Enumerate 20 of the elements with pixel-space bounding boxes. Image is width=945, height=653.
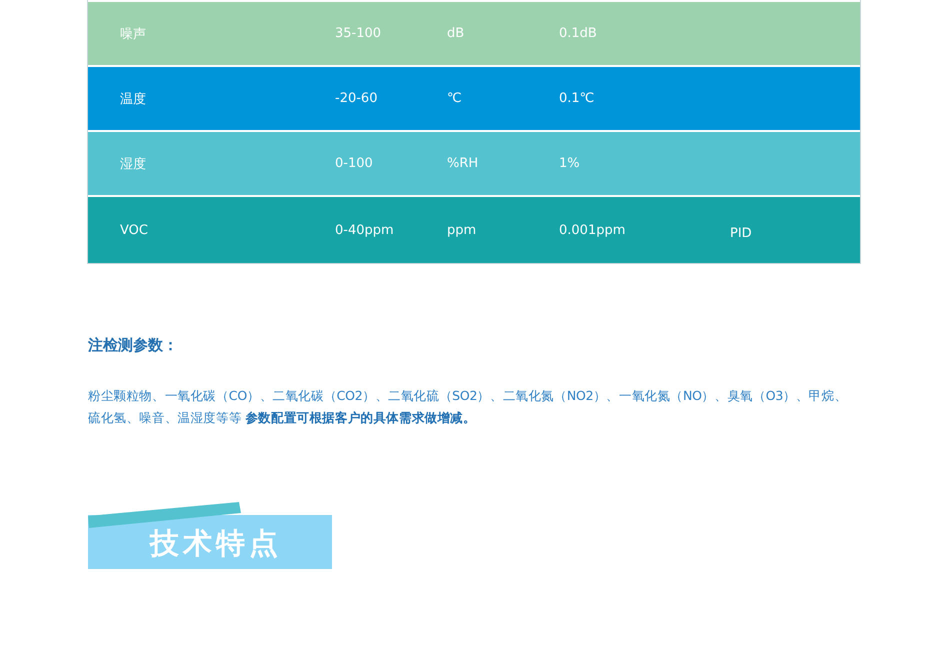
table-cell-text: 0-100 bbox=[335, 156, 374, 171]
table-cell-text: VOC bbox=[120, 222, 149, 238]
table-cell-text: 湿度 bbox=[120, 156, 147, 172]
table-cell-text: %RH bbox=[447, 156, 480, 171]
table-cell-text: 温度 bbox=[120, 90, 147, 108]
note-heading: 注检测参数： bbox=[88, 335, 179, 355]
table-cell-text: 0.1℃ bbox=[559, 91, 596, 106]
table-cell-text: 0.1dB bbox=[559, 26, 598, 41]
table-cell-text: 0-40ppm bbox=[335, 222, 395, 238]
table-cell-text: dB bbox=[447, 26, 466, 41]
table-cell-text: 35-100 bbox=[335, 26, 382, 41]
table-cell-text: ppm bbox=[447, 222, 478, 238]
section-title: 技术特点 bbox=[150, 524, 282, 562]
table-cell-text: PID bbox=[730, 226, 753, 240]
table-cell-text: ℃ bbox=[447, 91, 463, 106]
table-cell-text: 1% bbox=[559, 156, 581, 171]
table-cell-text: -20-60 bbox=[335, 91, 378, 106]
note-paragraph: 粉尘颗粒物、一氧化碳（CO）、二氧化碳（CO2）、二氧化硫（SO2）、二氧化氮（NO2）、一氧化氮（NO）、臭氧（O3）、甲烷、硫化氢、噪音、温湿度等等 参数配置可根据客户的具体需求做增减。 bbox=[88, 387, 848, 427]
table-cell-text: 噪声 bbox=[120, 26, 147, 42]
table-cell-text: 0.001ppm bbox=[559, 222, 626, 238]
